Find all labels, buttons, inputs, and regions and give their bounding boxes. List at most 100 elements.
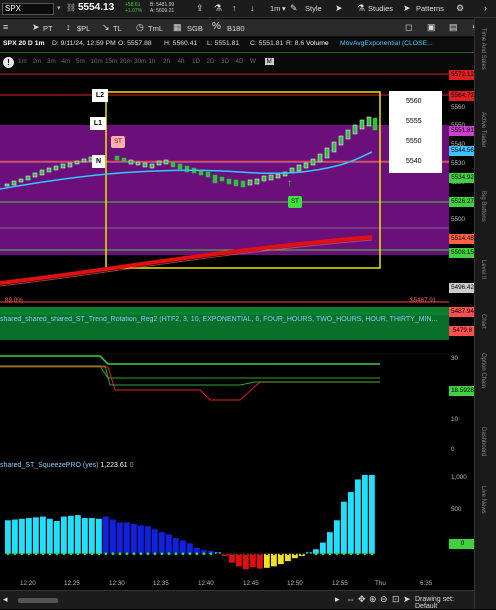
percent-icon[interactable]: % <box>212 21 221 32</box>
cursor-icon[interactable]: ➤ <box>335 3 343 14</box>
level-5540: 5540 <box>406 158 422 165</box>
scrollbar[interactable] <box>18 598 58 603</box>
timeframe-1h[interactable]: 1h <box>149 58 156 65</box>
timeframe-2D[interactable]: 2D <box>207 58 215 65</box>
price-badge-5526.27: 5526.27 <box>449 197 476 207</box>
squeeze-title: shared_ST_SqueezePRO (yes) <box>0 462 99 469</box>
window-restore-icon[interactable]: ◻ <box>405 22 412 33</box>
scroll-right-icon[interactable]: ▸ <box>335 594 340 605</box>
chevron-right-icon[interactable]: › <box>484 3 487 13</box>
up-arrow-icon[interactable]: ↑ <box>232 3 237 13</box>
timeframe-10m[interactable]: 10m <box>91 58 103 65</box>
side-tab-time-and-sales[interactable]: Time And Sales <box>480 28 486 70</box>
squeeze-zero: 0 <box>129 462 134 469</box>
candle <box>149 163 155 169</box>
sgb-tool[interactable]: SGB <box>187 24 203 33</box>
cursor-mode-icon[interactable]: ➤ <box>403 594 411 605</box>
studies-menu[interactable]: Studies <box>368 4 393 13</box>
bar-range: R: 8.6 <box>286 40 305 47</box>
info-icon[interactable]: ! <box>3 57 14 68</box>
time-tick-12:25: 12:25 <box>64 580 80 587</box>
side-tab-chart[interactable]: Chart <box>480 314 486 329</box>
timeframe-30m[interactable]: 30m <box>134 58 146 65</box>
timeframe-4m[interactable]: 4m <box>62 58 71 65</box>
patterns-menu[interactable]: Patterns <box>416 4 444 13</box>
timeframe-15m[interactable]: 15m <box>105 58 117 65</box>
candle <box>296 164 302 172</box>
share-icon[interactable]: ⇪ <box>196 3 204 14</box>
side-tab-level-ii[interactable]: Level II <box>480 260 486 279</box>
tl-icon[interactable]: ↘ <box>102 22 110 33</box>
squeeze-bar <box>369 474 375 554</box>
zoom-in-icon[interactable]: ⊕ <box>369 594 377 605</box>
drawing-set-label[interactable]: Drawing set: Default <box>415 596 474 610</box>
tl-tool[interactable]: TL <box>113 24 122 33</box>
candle <box>74 160 80 165</box>
symbol-dropdown-icon[interactable]: ▾ <box>57 4 61 12</box>
bar-close: C: 5551.81 <box>250 40 284 47</box>
pt-tool[interactable]: PT <box>43 24 53 33</box>
settings-icon[interactable]: ⚙ <box>456 3 464 14</box>
squeeze-dot <box>356 552 360 556</box>
menu-icon[interactable]: ≡ <box>3 22 8 32</box>
squeeze-bar <box>68 515 74 554</box>
side-tab-big-buttons[interactable]: Big Buttons <box>480 191 486 222</box>
timeframe-1m[interactable]: 1m <box>18 58 27 65</box>
timeframe-M[interactable]: M <box>264 58 274 65</box>
reset-icon[interactable]: ⊡ <box>392 594 400 605</box>
timeframe-3m[interactable]: 3m <box>47 58 56 65</box>
candle <box>247 179 253 186</box>
patterns-icon[interactable]: ➤ <box>403 3 411 14</box>
squeeze-dot <box>195 552 199 556</box>
timeframe-5m[interactable]: 5m <box>76 58 85 65</box>
timeframe-20m[interactable]: 20m <box>120 58 132 65</box>
grid-icon[interactable]: ▤ <box>449 22 458 33</box>
price-badge-5514.48: 5514.48 <box>449 234 476 244</box>
tml-tool[interactable]: TmL <box>148 24 163 33</box>
link-icon[interactable]: ⛓ <box>66 3 76 12</box>
squeeze-bar <box>96 518 102 554</box>
interval-selector[interactable]: 1m <box>270 4 280 13</box>
squeeze-dot <box>265 552 269 556</box>
side-tab-dashboard[interactable]: Dashboard <box>480 427 486 456</box>
symbol-input[interactable]: SPX <box>2 3 54 15</box>
timeframe-W[interactable]: W <box>250 58 256 65</box>
flask-icon[interactable]: ⚗ <box>214 3 222 14</box>
timeframe-2m[interactable]: 2m <box>33 58 42 65</box>
time-axis[interactable]: 12:20 12:25 12:30 12:35 12:40 12:45 12:50 12:55… <box>0 577 474 589</box>
squeeze-bar <box>145 526 151 554</box>
pan-icon[interactable]: ✥ <box>358 594 366 605</box>
timeframe-4h[interactable]: 4h <box>178 58 185 65</box>
timeframe-2h[interactable]: 2h <box>163 58 170 65</box>
zoom-out-icon[interactable]: ⊖ <box>380 594 388 605</box>
squeeze-bar <box>173 538 179 554</box>
drawing-icon[interactable]: ✎ <box>290 3 298 14</box>
l2-label: L2 <box>92 89 108 102</box>
timeframe-3D[interactable]: 3D <box>221 58 229 65</box>
tml-icon[interactable]: ◷ <box>136 22 144 33</box>
expand-icon[interactable]: ⇔ <box>346 594 355 604</box>
squeeze-dot <box>69 552 73 556</box>
candle <box>317 153 323 163</box>
studies-flask-icon[interactable]: ⚗ <box>357 3 365 14</box>
pl-icon[interactable]: ↕ <box>66 22 71 32</box>
side-tab-live-news[interactable]: Live News <box>480 486 486 514</box>
layout-icon[interactable]: ▣ <box>427 22 436 33</box>
timeframe-4D[interactable]: 4D <box>236 58 244 65</box>
interval-dropdown-icon[interactable]: ▾ <box>282 4 286 13</box>
squeeze-dot <box>251 552 255 556</box>
style-menu[interactable]: Style <box>305 4 322 13</box>
down-arrow-icon[interactable]: ↓ <box>250 3 255 13</box>
squeeze-bar <box>110 519 116 554</box>
b180-tool[interactable]: B180 <box>227 24 245 33</box>
pl-tool[interactable]: $PL <box>77 24 90 33</box>
scroll-left-icon[interactable]: ◂ <box>3 594 8 605</box>
candle <box>212 174 218 184</box>
timeframe-1D[interactable]: 1D <box>192 58 200 65</box>
sgb-icon[interactable]: ▦ <box>173 22 182 33</box>
side-tab-active-trader[interactable]: Active Trader <box>480 112 486 147</box>
side-tab-option-chain[interactable]: Option Chain <box>480 353 486 388</box>
time-tick-Thu: Thu <box>375 580 386 587</box>
pointer-icon[interactable]: ➤ <box>32 22 40 33</box>
squeeze-dot <box>167 552 171 556</box>
